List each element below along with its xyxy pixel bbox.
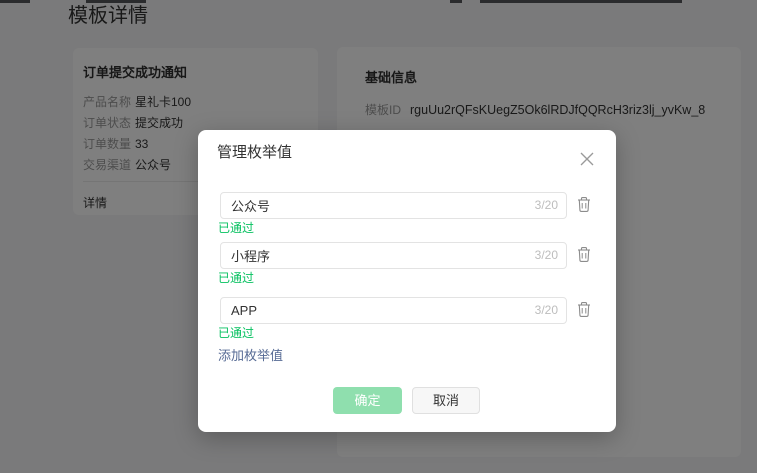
cancel-button[interactable]: 取消 [412, 387, 480, 414]
confirm-button[interactable]: 确定 [333, 387, 402, 414]
enum-status-badge: 已通过 [218, 326, 254, 340]
enum-value-input[interactable] [221, 298, 566, 323]
add-enum-link[interactable]: 添加枚举值 [218, 348, 283, 364]
trash-icon [576, 246, 592, 263]
manage-enum-dialog: 管理枚举值 3/20 已通过 3/20 [198, 130, 616, 432]
enum-status-badge: 已通过 [218, 271, 254, 285]
delete-enum-button[interactable] [576, 246, 592, 263]
trash-icon [576, 301, 592, 318]
enum-value-input-wrap: 3/20 [220, 297, 567, 324]
enum-value-input-wrap: 3/20 [220, 192, 567, 219]
trash-icon [576, 196, 592, 213]
template-detail-page: 模板详情 订单提交成功通知 产品名称 星礼卡100 订单状态 提交成功 订单数量… [0, 0, 757, 473]
enum-value-input[interactable] [221, 243, 566, 268]
enum-status-badge: 已通过 [218, 221, 254, 235]
enum-value-input-wrap: 3/20 [220, 242, 567, 269]
close-icon[interactable] [578, 150, 596, 168]
delete-enum-button[interactable] [576, 196, 592, 213]
delete-enum-button[interactable] [576, 301, 592, 318]
close-x-glyph [578, 150, 596, 168]
enum-value-input[interactable] [221, 193, 566, 218]
dialog-title: 管理枚举值 [217, 142, 292, 164]
